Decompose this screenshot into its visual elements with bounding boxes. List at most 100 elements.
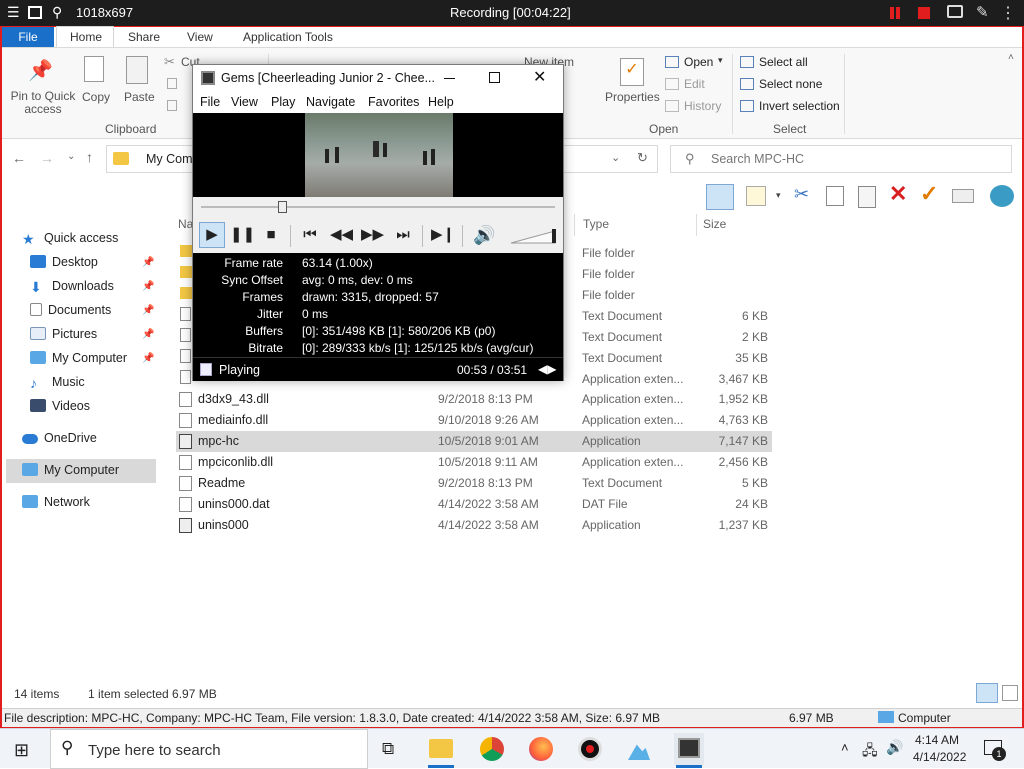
mpc-hc-icon[interactable] [678,738,700,758]
play-icon[interactable]: ▶ [199,222,225,248]
nav-item-videos[interactable]: Videos [30,399,90,413]
mpc-titlebar[interactable]: Gems [Cheerleading Junior 2 - Chee... ✕ [193,65,563,91]
back-icon[interactable]: ← [12,150,26,166]
forward-icon[interactable]: → [40,150,54,166]
pause-record-icon[interactable] [890,7,894,19]
select-none-button[interactable]: Select none [759,77,822,91]
column-size[interactable]: Size [703,217,726,231]
search-box[interactable]: ⚲ Search MPC-HC [670,145,1012,173]
volume-icon[interactable]: 🔊 [473,224,495,246]
nav-item-downloads[interactable]: ⬇ Downloads [30,279,114,295]
network-status-icon[interactable]: 🖧 [862,740,878,764]
maximize-icon[interactable] [489,72,500,83]
paste-button[interactable]: Paste [124,90,155,104]
nav-item-pictures[interactable]: Pictures [30,327,97,341]
properties-check-icon[interactable]: ✓ [920,181,938,207]
table-row[interactable]: unins000.dat 4/14/2022 3:58 AM DAT File … [176,494,772,515]
frame-step-icon[interactable]: ▶❙ [431,224,455,246]
mpc-seekbar[interactable] [193,197,563,217]
nav-item-documents[interactable]: Documents [30,303,111,317]
invert-selection-button[interactable]: Invert selection [759,99,840,113]
table-row[interactable]: Readme 9/2/2018 8:13 PM Text Document 5 … [176,473,772,494]
search-icon[interactable]: ⚲ [52,4,62,21]
mpc-video-area[interactable] [193,113,563,197]
hamburger-menu-icon[interactable]: ☰ [7,4,20,21]
table-row[interactable]: mediainfo.dll 9/10/2018 9:26 AM Applicat… [176,410,772,431]
nav-onedrive[interactable]: OneDrive [22,431,97,445]
nav-quick-access[interactable]: ★ Quick access [22,231,118,247]
mpc-menu-favorites[interactable]: Favorites [368,95,419,109]
mpc-menu-navigate[interactable]: Navigate [306,95,355,109]
column-type[interactable]: Type [583,217,609,231]
seek-thumb[interactable] [278,201,287,213]
stop-record-icon[interactable] [918,7,930,19]
stop-icon[interactable]: ■ [260,224,282,246]
preview-pane-icon[interactable] [706,184,734,210]
copy-button[interactable]: Copy [82,90,110,104]
mpc-menu-help[interactable]: Help [428,95,454,109]
new-folder-icon[interactable] [746,186,766,206]
open-button[interactable]: Open [684,55,713,69]
shell-icon[interactable] [990,185,1014,207]
chevron-down-icon[interactable]: ▾ [776,190,781,201]
next-icon[interactable]: ⏭ [392,224,414,246]
pause-icon[interactable]: ❚❚ [230,224,255,246]
table-row[interactable]: d3dx9_43.dll 9/2/2018 8:13 PM Applicatio… [176,389,772,410]
paste-icon[interactable] [858,186,876,208]
minimize-icon[interactable] [444,78,455,79]
rename-icon[interactable] [952,189,974,203]
address-dropdown-icon[interactable]: ⌄ [611,151,620,164]
tab-application-tools[interactable]: Application Tools [243,30,333,44]
firefox-icon[interactable] [529,737,553,761]
recent-locations-icon[interactable]: ⌄ [67,151,75,162]
mpc-menu-view[interactable]: View [231,95,258,109]
up-icon[interactable]: ↑ [86,149,93,165]
more-icon[interactable]: ⋮ [1000,3,1016,23]
pen-icon[interactable]: ✎ [976,3,989,21]
file-explorer-icon[interactable] [429,739,453,758]
mpc-hc-window[interactable]: Gems [Cheerleading Junior 2 - Chee... ✕ … [192,64,564,381]
nav-item-music[interactable]: ♪ Music [30,375,85,391]
delete-icon[interactable]: ✕ [889,181,907,207]
history-button[interactable]: History [684,99,721,113]
nav-network[interactable]: Network [22,495,90,509]
speaker-icon[interactable]: 🔊 [886,739,903,756]
clock-time[interactable]: 4:14 AM [915,733,959,747]
pin-to-quick-access-button[interactable]: Pin to Quick access [8,90,78,116]
previous-icon[interactable]: ⏮ [299,224,321,246]
camera-icon[interactable] [947,5,963,18]
windows-start-icon[interactable]: ⊞ [14,740,29,761]
table-row[interactable]: unins000 4/14/2022 3:58 AM Application 1… [176,515,772,536]
nav-item-my-computer[interactable]: My Computer [30,351,127,365]
select-all-button[interactable]: Select all [759,55,808,69]
mpc-menu-play[interactable]: Play [271,95,295,109]
volume-thumb[interactable] [552,229,556,243]
table-row-selected[interactable]: mpc-hc 10/5/2018 9:01 AM Application 7,1… [176,431,772,452]
properties-button[interactable]: Properties [605,90,660,104]
large-icons-view-icon[interactable] [1002,685,1018,701]
refresh-icon[interactable]: ↻ [637,150,648,166]
copy-icon[interactable] [826,186,844,206]
collapse-ribbon-icon[interactable]: ˄ [1008,52,1014,63]
nav-my-computer[interactable]: My Computer [22,463,119,477]
close-icon[interactable]: ✕ [533,67,546,87]
mpc-menu-file[interactable]: File [200,95,220,109]
clock-date[interactable]: 4/14/2022 [913,750,966,764]
details-view-icon[interactable] [976,683,998,703]
tab-home[interactable]: Home [70,30,102,44]
tab-view[interactable]: View [187,30,213,44]
window-region-icon[interactable] [28,6,42,19]
chrome-icon[interactable] [480,737,504,761]
task-view-icon[interactable]: ⧉ [382,739,394,759]
tab-share[interactable]: Share [128,30,160,44]
edit-button[interactable]: Edit [684,77,705,91]
tab-file[interactable]: File [2,27,54,47]
table-row[interactable]: mpciconlib.dll 10/5/2018 9:11 AM Applica… [176,452,772,473]
cut-icon[interactable]: ✂ [794,184,809,205]
volume-slider[interactable] [509,227,559,245]
photos-icon[interactable] [628,744,650,760]
fast-forward-icon[interactable]: ▶▶ [361,224,384,246]
taskbar-search-box[interactable]: ⚲ Type here to search [50,729,368,769]
rewind-icon[interactable]: ◀◀ [330,224,353,246]
show-hidden-icons-icon[interactable]: ˄ [841,740,849,755]
